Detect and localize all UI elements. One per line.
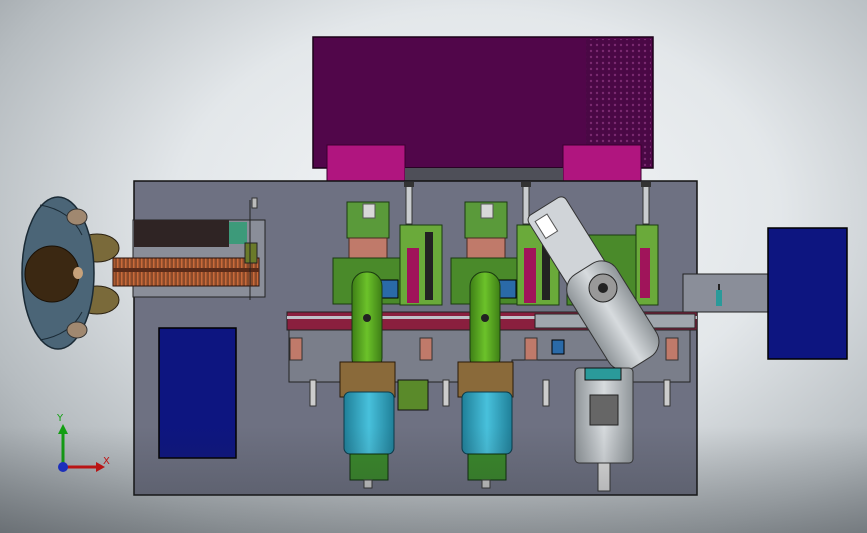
electrical-cabinet — [312, 36, 654, 183]
right-control-panel — [767, 227, 848, 360]
machine-assembly-view — [21, 36, 848, 496]
y-axis-label: Y — [57, 413, 64, 424]
x-axis-label: X — [103, 456, 110, 467]
z-axis-dot — [58, 462, 68, 472]
operator-figure — [21, 196, 120, 350]
cabinet-foot-right — [562, 144, 642, 183]
left-control-panel — [158, 327, 237, 459]
cabinet-foot-left — [326, 144, 406, 183]
